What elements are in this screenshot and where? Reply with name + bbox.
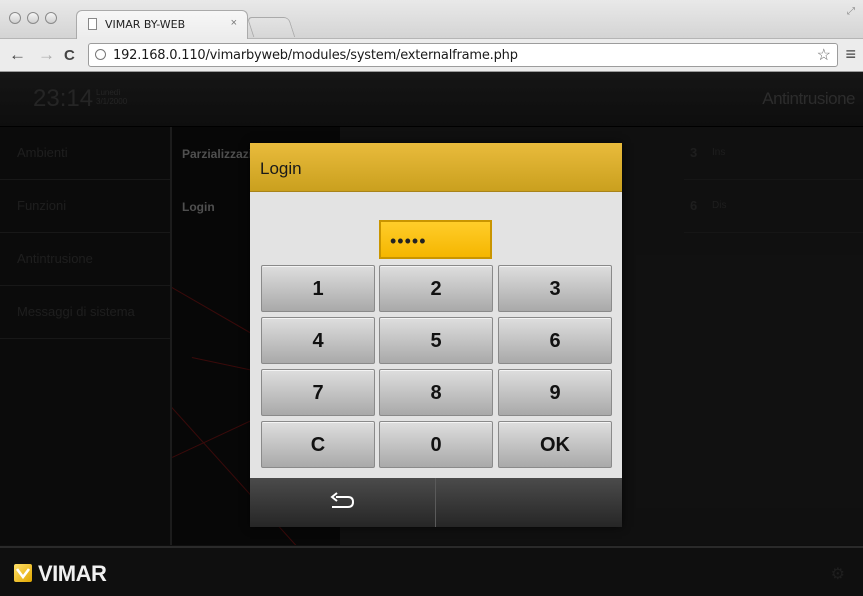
key-6-button[interactable]: 6 bbox=[498, 317, 612, 364]
vimar-logo-icon bbox=[14, 564, 32, 582]
dialog-title: Login bbox=[260, 159, 302, 178]
tab-close-icon[interactable]: × bbox=[231, 17, 237, 29]
reload-icon[interactable]: C bbox=[64, 47, 75, 64]
back-icon[interactable]: ← bbox=[9, 45, 26, 65]
browser-toolbar: ← → C 192.168.0.110/vimarbyweb/modules/s… bbox=[0, 39, 863, 72]
close-window-button[interactable] bbox=[9, 12, 21, 24]
pin-value: ••••• bbox=[390, 231, 427, 251]
menu-icon[interactable]: ≡ bbox=[845, 44, 856, 65]
key-4-button[interactable]: 4 bbox=[261, 317, 375, 364]
forward-icon[interactable]: → bbox=[38, 45, 55, 65]
globe-icon bbox=[95, 49, 106, 60]
key-0-button[interactable]: 0 bbox=[379, 421, 493, 468]
fullscreen-icon[interactable]: ⤢ bbox=[847, 6, 855, 17]
address-bar[interactable]: 192.168.0.110/vimarbyweb/modules/system/… bbox=[88, 43, 838, 67]
key-5-button[interactable]: 5 bbox=[379, 317, 493, 364]
minimize-window-button[interactable] bbox=[27, 12, 39, 24]
empty-footer-button[interactable] bbox=[437, 478, 622, 527]
key-clear-button[interactable]: C bbox=[261, 421, 375, 468]
new-tab-button[interactable] bbox=[246, 17, 296, 37]
dialog-header: Login bbox=[250, 143, 622, 192]
key-1-button[interactable]: 1 bbox=[261, 265, 375, 312]
key-8-button[interactable]: 8 bbox=[379, 369, 493, 416]
app-footer: VIMAR ⚙ bbox=[0, 546, 863, 596]
browser-titlebar: VIMAR BY-WEB × ⤢ bbox=[0, 0, 863, 39]
tab-title: VIMAR BY-WEB bbox=[105, 18, 186, 31]
login-dialog: Login ••••• 1 2 3 4 5 6 7 8 9 C 0 OK bbox=[250, 143, 622, 527]
key-3-button[interactable]: 3 bbox=[498, 265, 612, 312]
browser-tab[interactable]: VIMAR BY-WEB × bbox=[76, 10, 248, 39]
key-9-button[interactable]: 9 bbox=[498, 369, 612, 416]
return-arrow-icon bbox=[328, 492, 356, 517]
key-ok-button[interactable]: OK bbox=[498, 421, 612, 468]
page-icon bbox=[88, 18, 97, 30]
brand-logo-text: VIMAR bbox=[38, 561, 107, 586]
pin-input[interactable]: ••••• bbox=[379, 220, 492, 259]
back-button[interactable] bbox=[250, 478, 436, 527]
key-2-button[interactable]: 2 bbox=[379, 265, 493, 312]
key-7-button[interactable]: 7 bbox=[261, 369, 375, 416]
settings-gear-icon[interactable]: ⚙ bbox=[831, 564, 845, 584]
url-text: 192.168.0.110/vimarbyweb/modules/system/… bbox=[113, 48, 518, 63]
zoom-window-button[interactable] bbox=[45, 12, 57, 24]
bookmark-star-icon[interactable]: ☆ bbox=[817, 45, 831, 65]
dialog-footer bbox=[250, 478, 622, 527]
